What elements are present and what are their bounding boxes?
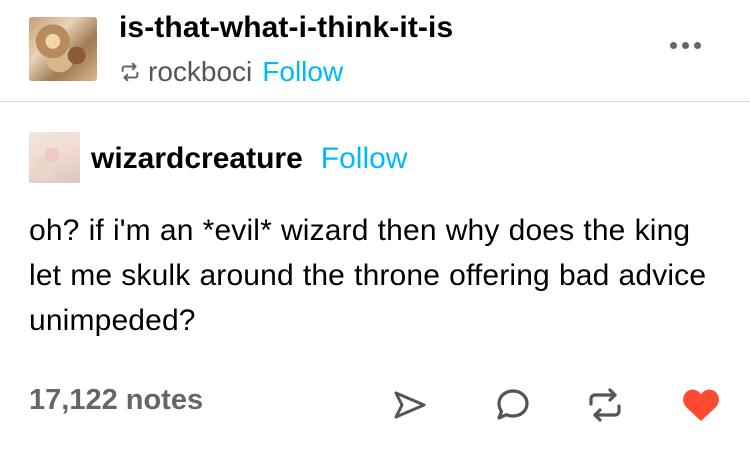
post-header: is-that-what-i-think-it-is rockboci Foll…: [0, 0, 750, 102]
reblog-attribution: rockboci Follow: [119, 55, 343, 89]
author-follow-button[interactable]: Follow: [321, 142, 408, 176]
more-options-icon[interactable]: [670, 42, 701, 49]
like-icon[interactable]: [679, 383, 723, 427]
follow-button[interactable]: Follow: [262, 56, 343, 88]
reply-icon[interactable]: [491, 383, 535, 427]
reblog-icon[interactable]: [583, 383, 627, 427]
post-actions: [0, 383, 750, 427]
author-name[interactable]: wizardcreature: [91, 142, 303, 176]
source-blog-name[interactable]: rockboci: [148, 56, 252, 88]
dot: [670, 42, 677, 49]
share-icon[interactable]: [388, 383, 432, 427]
divider: [0, 101, 750, 102]
dot: [682, 42, 689, 49]
dot: [694, 42, 701, 49]
post-author: wizardcreature Follow: [91, 138, 407, 180]
blog-name[interactable]: is-that-what-i-think-it-is: [119, 11, 453, 45]
reblog-small-icon: [121, 62, 139, 82]
author-avatar[interactable]: [29, 132, 80, 183]
post-body: oh? if i'm an *evil* wizard then why doe…: [29, 214, 707, 337]
blog-avatar[interactable]: [29, 17, 97, 81]
